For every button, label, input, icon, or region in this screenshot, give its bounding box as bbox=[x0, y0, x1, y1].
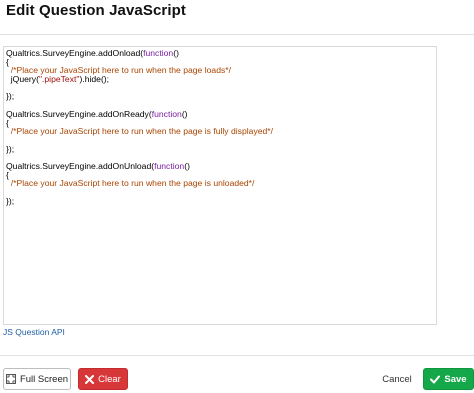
code-token: function bbox=[151, 108, 182, 119]
code-token: () bbox=[173, 48, 179, 58]
code-token: () bbox=[184, 160, 190, 171]
js-question-api-link[interactable]: JS Question API bbox=[3, 327, 65, 337]
code-token: Qualtrics.SurveyEngine.addOnReady( bbox=[6, 108, 152, 119]
cancel-label: Cancel bbox=[382, 373, 412, 385]
code-token: /*Place your JavaScript here to run when… bbox=[6, 126, 274, 137]
footer-divider bbox=[0, 355, 474, 356]
code-token: function bbox=[154, 160, 185, 171]
code-line: Qualtrics.SurveyEngine.addOnUnload(funct… bbox=[6, 162, 273, 171]
code-line: Qualtrics.SurveyEngine.addOnReady(functi… bbox=[6, 108, 273, 119]
code-token: }); bbox=[6, 91, 15, 102]
code-token: /*Place your JavaScript here to run when… bbox=[6, 178, 255, 189]
header-divider bbox=[0, 34, 474, 35]
clear-label: Clear bbox=[98, 373, 121, 385]
code-line: }); bbox=[6, 143, 273, 154]
dialog-title: Edit Question JavaScript bbox=[6, 2, 186, 19]
code-editor[interactable]: Qualtrics.SurveyEngine.addOnload(functio… bbox=[3, 46, 437, 325]
checkmark-icon bbox=[430, 375, 441, 384]
code-token: }); bbox=[6, 195, 15, 206]
code-line: }); bbox=[6, 92, 273, 101]
code-line: jQuery(".pipeText").hide(); bbox=[6, 75, 273, 84]
code-content[interactable]: Qualtrics.SurveyEngine.addOnload(functio… bbox=[6, 49, 273, 205]
code-token: Qualtrics.SurveyEngine.addOnload( bbox=[6, 48, 144, 58]
full-screen-label: Full Screen bbox=[19, 373, 69, 385]
cancel-button[interactable]: Cancel bbox=[378, 368, 416, 390]
code-token: ).hide(); bbox=[79, 74, 110, 85]
code-line: }); bbox=[6, 195, 273, 206]
code-line: /*Place your JavaScript here to run when… bbox=[6, 127, 273, 136]
fullscreen-icon bbox=[5, 374, 16, 384]
save-button[interactable]: Save bbox=[423, 368, 474, 390]
full-screen-button[interactable]: Full Screen bbox=[3, 368, 71, 390]
code-line: Qualtrics.SurveyEngine.addOnload(functio… bbox=[6, 49, 273, 58]
save-label: Save bbox=[444, 373, 467, 385]
code-token: }); bbox=[6, 143, 15, 154]
code-token: () bbox=[181, 108, 188, 119]
clear-button[interactable]: Clear bbox=[78, 368, 128, 390]
code-token: jQuery( bbox=[6, 74, 39, 85]
edit-javascript-dialog: Edit Question JavaScript Qualtrics.Surve… bbox=[0, 0, 474, 393]
code-token: ".pipeText" bbox=[38, 74, 80, 85]
code-line: /*Place your JavaScript here to run when… bbox=[6, 179, 273, 188]
code-token: function bbox=[143, 48, 174, 58]
code-token: Qualtrics.SurveyEngine.addOnUnload( bbox=[6, 160, 155, 171]
x-icon bbox=[85, 374, 95, 384]
